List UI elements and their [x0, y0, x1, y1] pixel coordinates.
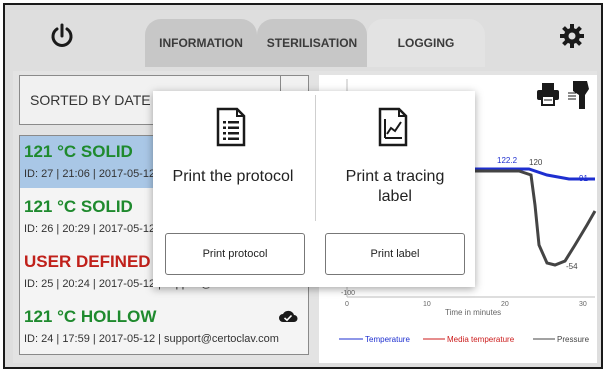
print-dialog: Print the protocol Print protocol Print …: [153, 91, 475, 287]
tab-sterilisation-label: STERILISATION: [266, 36, 358, 50]
legend-label-media: Media temperature: [447, 335, 515, 344]
annotation-label: -54: [566, 262, 578, 271]
annotation-label: 122.2: [497, 156, 518, 165]
print-label-title-line2: label: [378, 188, 412, 205]
graph-icon: [378, 107, 408, 147]
x-axis-label: Time in minutes: [445, 308, 501, 317]
print-protocol-option[interactable]: Print the protocol Print protocol: [153, 91, 313, 287]
annotation-label: 120: [529, 158, 543, 167]
x-tick-label: 20: [501, 301, 509, 308]
x-tick-label: 0: [345, 301, 349, 308]
tab-bar: INFORMATION STERILISATION LOGGING: [145, 19, 485, 67]
printer-icon[interactable]: [535, 81, 561, 107]
print-label-option[interactable]: Print a tracing label Print label: [315, 91, 475, 287]
print-label-button[interactable]: Print label: [325, 233, 465, 275]
tab-sterilisation[interactable]: STERILISATION: [257, 19, 367, 67]
list-item-title: USER DEFINED: [24, 252, 151, 271]
power-icon[interactable]: [49, 23, 75, 49]
tab-information[interactable]: INFORMATION: [145, 19, 257, 67]
list-item-title: 121 °C HOLLOW: [24, 307, 157, 326]
tab-information-label: INFORMATION: [159, 36, 243, 50]
barcode-scanner-icon[interactable]: [567, 79, 591, 111]
tab-logging-label: LOGGING: [397, 36, 455, 50]
list-item-title: 121 °C SOLID: [24, 197, 133, 216]
list-item-subtitle: ID: 24 | 17:59 | 2017-05-12 | support@ce…: [24, 333, 279, 345]
print-protocol-button[interactable]: Print protocol: [165, 233, 305, 275]
document-icon: [216, 107, 246, 147]
sort-label: SORTED BY DATE: [30, 92, 151, 108]
x-tick-label: 30: [579, 301, 587, 308]
list-item-title: 121 °C SOLID: [24, 142, 133, 161]
cloud-check-icon: [279, 310, 298, 322]
gear-icon[interactable]: [559, 23, 585, 49]
y-tick-label: -100: [341, 290, 355, 297]
list-item[interactable]: 121 °C HOLLOW ID: 24 | 17:59 | 2017-05-1…: [20, 301, 308, 353]
print-label-title-line1: Print a tracing: [345, 168, 445, 185]
print-protocol-title: Print the protocol: [172, 168, 294, 185]
legend-label-pressure: Pressure: [557, 335, 590, 344]
x-tick-label: 10: [423, 301, 431, 308]
app-window: INFORMATION STERILISATION LOGGING SORTED…: [3, 3, 603, 369]
tab-logging[interactable]: LOGGING: [367, 19, 485, 67]
legend-label-temperature: Temperature: [365, 335, 410, 344]
annotation-label: 91: [579, 174, 588, 183]
